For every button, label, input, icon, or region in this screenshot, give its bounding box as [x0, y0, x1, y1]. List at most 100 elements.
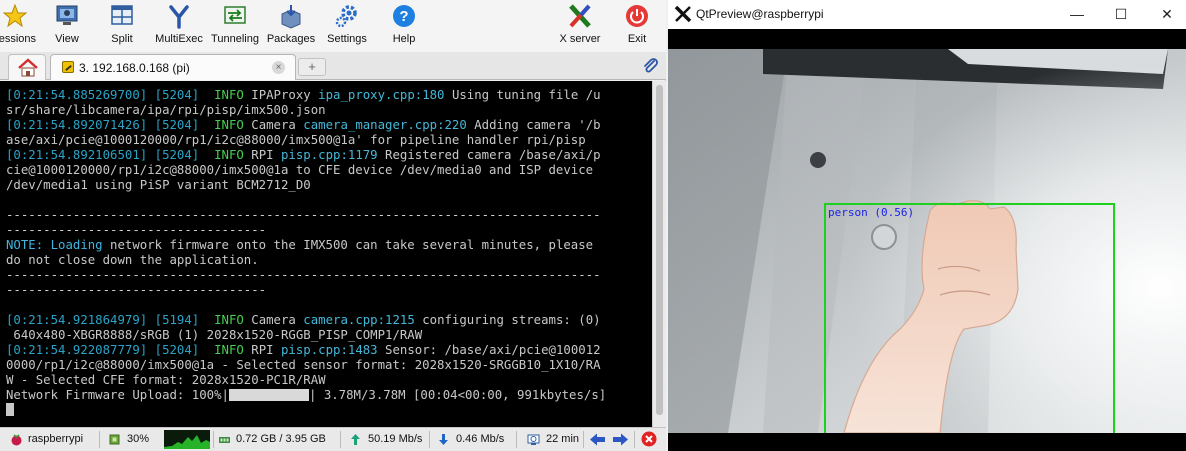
terminal-line: ase/axi/pcie@1000120000/rp1/i2c@88000/im… — [6, 133, 652, 148]
maximize-button[interactable]: ☐ — [1110, 4, 1132, 24]
scrollbar-thumb[interactable] — [656, 85, 663, 415]
ssh-key-icon — [62, 61, 74, 73]
camera-preview: person (0.56) — [668, 29, 1186, 451]
terminal-text: [0:21:54.921864979] [5194] — [6, 313, 215, 327]
qtpreview-window: QtPreview@raspberrypi — ☐ ✕ person (0.56… — [668, 0, 1186, 451]
close-button[interactable]: ✕ — [1156, 4, 1178, 24]
terminal-text: ----------------------------------- — [6, 223, 267, 237]
terminal-text: ----------------------------------- — [6, 283, 267, 297]
split-button[interactable]: Split — [101, 0, 143, 52]
terminal-text: RPI — [251, 343, 281, 357]
terminal-text: [0:21:54.885269700] [5204] — [6, 88, 215, 102]
paperclip-icon[interactable] — [642, 57, 660, 75]
view-label: View — [55, 33, 79, 45]
sessions-button[interactable]: essions — [0, 0, 38, 52]
terminal-line: NOTE: Loading network firmware onto the … — [6, 238, 652, 253]
x-logo-icon — [674, 5, 692, 23]
terminal-text: INFO — [214, 313, 252, 327]
status-divider — [213, 431, 214, 448]
close-tab-button[interactable]: × — [272, 61, 285, 74]
status-upload: 50.19 Mb/s — [368, 433, 423, 445]
stop-icon[interactable] — [641, 431, 657, 447]
help-icon: ? — [393, 5, 415, 27]
terminal-text: [0:21:54.922087779] [5204] — [6, 343, 215, 357]
packages-button[interactable]: Packages — [264, 0, 318, 52]
terminal-text: INFO — [214, 343, 252, 357]
settings-label: Settings — [327, 33, 367, 45]
detection-label: person (0.56) — [828, 206, 914, 219]
ceiling-lamp — [871, 224, 897, 250]
split-window-icon — [111, 5, 133, 25]
home-tab[interactable] — [8, 54, 46, 80]
terminal-text: IPAProxy — [251, 88, 319, 102]
text-cursor — [6, 403, 14, 416]
main-toolbar: essions View Split MultiExec Tunneling P… — [0, 0, 666, 52]
terminal-text: sr/share/libcamera/ipa/rpi/pisp/imx500.j… — [6, 103, 326, 117]
terminal-text: Loading — [50, 238, 111, 252]
qt-title-bar: QtPreview@raspberrypi — ☐ ✕ — [668, 0, 1186, 28]
camera-frame: person (0.56) — [668, 49, 1186, 433]
terminal-output[interactable]: [0:21:54.885269700] [5204] INFO IPAProxy… — [0, 81, 652, 427]
session-tab[interactable]: 3. 192.168.0.168 (pi) × — [50, 54, 296, 80]
power-icon — [626, 5, 648, 27]
mobaxterm-window: essions View Split MultiExec Tunneling P… — [0, 0, 666, 451]
terminal-text: W - Selected CFE format: 2028x1520-PC1R/… — [6, 373, 326, 387]
terminal-text: ipa_proxy.cpp:180 — [318, 88, 452, 102]
memory-icon — [219, 437, 230, 443]
terminal-text: [0:21:54.892106501] [5204] — [6, 148, 215, 162]
terminal-lines: [0:21:54.885269700] [5204] INFO IPAProxy… — [6, 88, 652, 388]
help-button[interactable]: ? Help — [384, 0, 424, 52]
terminal-text: NOTE: — [6, 238, 51, 252]
settings-button[interactable]: Settings — [322, 0, 372, 52]
minimize-button[interactable]: — — [1066, 4, 1088, 24]
terminal-line: ----------------------------------------… — [6, 208, 652, 223]
terminal-text: INFO — [214, 148, 252, 162]
status-divider — [583, 431, 584, 448]
arrow-right-icon[interactable] — [612, 432, 629, 447]
view-button[interactable]: View — [46, 0, 88, 52]
status-download: 0.46 Mb/s — [456, 433, 505, 445]
status-uptime: 22 min — [546, 433, 580, 445]
terminal-text: ----------------------------------------… — [6, 268, 601, 282]
terminal-scrollbar[interactable] — [652, 81, 666, 427]
terminal-text: do not close down the application. — [6, 253, 259, 267]
terminal-line: /dev/media1 using PiSP variant BCM2712_D… — [6, 178, 652, 193]
terminal-line: [0:21:54.922087779] [5204] INFO RPI pisp… — [6, 343, 652, 358]
terminal-text: configuring streams: (0) — [422, 313, 601, 327]
new-tab-button[interactable]: + — [298, 58, 326, 76]
tunneling-button[interactable]: Tunneling — [208, 0, 262, 52]
terminal-text: RPI — [251, 148, 281, 162]
terminal-text: [0:21:54.892071426] [5204] — [6, 118, 215, 132]
terminal-text: Adding camera '/b — [474, 118, 601, 132]
terminal-text: camera_manager.cpp:220 — [303, 118, 475, 132]
arrow-left-icon[interactable] — [589, 432, 606, 447]
terminal-line: ----------------------------------------… — [6, 268, 652, 283]
package-icon — [281, 5, 301, 29]
terminal-text: ----------------------------------------… — [6, 208, 601, 222]
monitor-icon — [56, 5, 78, 25]
exit-label: Exit — [627, 33, 647, 45]
terminal-line: cie@1000120000/rp1/i2c@88000/imx500@1a t… — [6, 163, 652, 178]
terminal-line: [0:21:54.921864979] [5194] INFO Camera c… — [6, 313, 652, 328]
status-memory: 0.72 GB / 3.95 GB — [236, 433, 326, 445]
multiexec-button[interactable]: MultiExec — [152, 0, 206, 52]
progress-line: Network Firmware Upload: 100%| | 3.78M/3.… — [6, 388, 652, 403]
download-arrow-icon — [439, 434, 448, 445]
status-bar: raspberrypi 30% 0.72 GB / 3.95 GB 50.19 … — [0, 427, 666, 451]
status-divider — [634, 431, 635, 448]
terminal-text: pisp.cpp:1179 — [281, 148, 386, 162]
exit-button[interactable]: Exit — [618, 0, 656, 52]
xserver-button[interactable]: X server — [556, 0, 604, 52]
raspberry-icon — [11, 434, 22, 446]
terminal-line: sr/share/libcamera/ipa/rpi/pisp/imx500.j… — [6, 103, 652, 118]
packages-label: Packages — [266, 33, 316, 45]
terminal-text: Camera — [251, 313, 304, 327]
star-icon — [2, 3, 28, 28]
terminal-line: [0:21:54.892071426] [5204] INFO Camera c… — [6, 118, 652, 133]
status-cpu: 30% — [127, 433, 150, 445]
status-divider — [429, 431, 430, 448]
x-server-icon — [569, 4, 591, 28]
status-host: raspberrypi — [28, 433, 84, 445]
help-label: Help — [392, 33, 416, 45]
terminal-text: INFO — [214, 88, 252, 102]
